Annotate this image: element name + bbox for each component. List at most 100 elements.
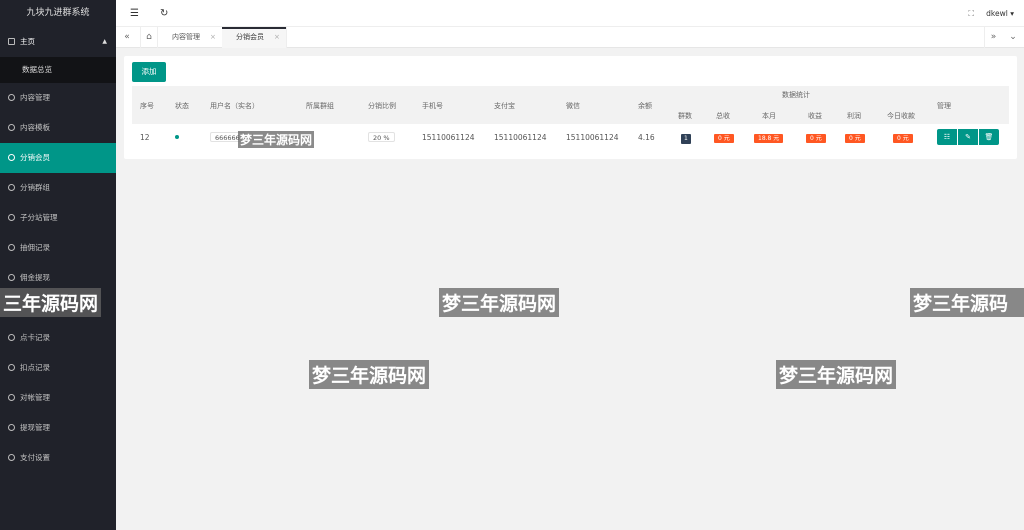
refresh-icon[interactable]: ↻: [160, 0, 168, 27]
th-group-count: 群数: [678, 112, 692, 120]
sidebar-item-label: 分销会员: [20, 153, 50, 162]
cell-balance: 4.16: [638, 133, 655, 142]
tabs-more-icon[interactable]: ⌄: [1004, 27, 1022, 48]
sidebar-item-label: 主页: [20, 37, 35, 46]
cell-income: 0 元: [806, 124, 826, 152]
username: dkewl: [986, 9, 1008, 18]
cell-profit: 0 元: [845, 124, 865, 152]
shield-icon: [8, 214, 15, 221]
tab-label: 内容管理: [172, 33, 200, 41]
sidebar-item-payment[interactable]: 支付设置: [0, 443, 116, 473]
sidebar-subitem-overview[interactable]: 数据总览: [0, 57, 116, 83]
menu-toggle-icon[interactable]: ☰: [130, 0, 139, 27]
sidebar-item-template[interactable]: 内容模板: [0, 113, 116, 143]
tabs-next-icon[interactable]: »: [984, 27, 1002, 48]
sidebar-item-label: 扣点记录: [20, 363, 50, 372]
watermark: 梦三年源码网: [309, 360, 430, 389]
th-month: 本月: [762, 112, 776, 120]
shield-icon: [8, 394, 15, 401]
watermark: 梦三年源码网: [238, 131, 315, 148]
sidebar-item-reconcile[interactable]: 对帐管理: [0, 383, 116, 413]
watermark: 梦三年源码网: [439, 288, 560, 317]
close-icon[interactable]: ×: [274, 33, 280, 41]
chevron-down-icon: ▾: [1010, 9, 1014, 18]
sidebar-item-label: 对帐管理: [20, 393, 50, 402]
sidebar-item-label: 点卡记录: [20, 333, 50, 342]
cell-wechat: 15110061124: [566, 133, 619, 142]
th-status: 状态: [175, 102, 189, 110]
add-button[interactable]: 添加: [132, 62, 166, 82]
tabs-bar: « ⌂ 内容管理 × 分销会员 × » ⌄: [116, 27, 1024, 48]
sidebar-item-members[interactable]: 分销会员: [0, 143, 116, 173]
table-header: 序号 状态 用户名（实名） 所属群组 分销比例 手机号 支付宝 微信 余额 数据…: [132, 86, 1009, 124]
sidebar-item-label: 抽佣记录: [20, 243, 50, 252]
view-button[interactable]: ☷: [937, 129, 957, 145]
home-icon[interactable]: ⌂: [140, 27, 158, 48]
th-index: 序号: [140, 102, 154, 110]
shield-icon: [8, 124, 15, 131]
tab-label: 分销会员: [236, 33, 264, 41]
watermark: 三年源码网: [0, 288, 102, 317]
sidebar-item-label: 分销群组: [20, 183, 50, 192]
top-header: ☰ ↻ ⛶ dkewl ▾: [116, 0, 1024, 27]
th-group: 所属群组: [306, 102, 334, 110]
sidebar-item-home[interactable]: 主页 ▲: [0, 27, 116, 57]
shield-icon: [8, 244, 15, 251]
cell-ratio: 20 %: [368, 124, 395, 152]
shield-icon: [8, 94, 15, 101]
sidebar-item-deduct-log[interactable]: 扣点记录: [0, 353, 116, 383]
shield-icon: [8, 154, 15, 161]
fullscreen-icon[interactable]: ⛶: [968, 0, 974, 27]
tabs-prev-icon[interactable]: «: [118, 27, 136, 48]
home-icon: [8, 38, 15, 45]
sidebar-item-withdraw-manage[interactable]: 提现管理: [0, 413, 116, 443]
sidebar: 九块九进群系统 主页 ▲ 数据总览 内容管理 内容模板 分销会员 分销群组 子分…: [0, 0, 116, 530]
shield-icon: [8, 454, 15, 461]
th-username: 用户名（实名）: [210, 102, 259, 110]
th-balance: 余额: [638, 102, 652, 110]
th-today: 今日收款: [887, 112, 915, 120]
th-profit: 利润: [847, 112, 861, 120]
sidebar-item-groups[interactable]: 分销群组: [0, 173, 116, 203]
close-icon[interactable]: ×: [210, 33, 216, 41]
sidebar-item-label: 内容管理: [20, 93, 50, 102]
cell-month: 18.8 元: [754, 124, 784, 152]
th-income: 收益: [808, 112, 822, 120]
shield-icon: [8, 334, 15, 341]
chevron-up-icon: ▲: [102, 38, 107, 45]
shield-icon: [8, 274, 15, 281]
user-menu[interactable]: dkewl ▾: [986, 0, 1014, 27]
cell-group-count: 1: [681, 124, 691, 152]
shield-icon: [8, 184, 15, 191]
th-total: 总收: [716, 112, 730, 120]
status-dot: [175, 124, 179, 152]
th-ratio: 分销比例: [368, 102, 396, 110]
watermark: 梦三年源码: [910, 288, 1024, 317]
delete-button[interactable]: 🗑: [979, 129, 999, 145]
th-stats-group: 数据统计: [782, 91, 810, 99]
th-alipay: 支付宝: [494, 102, 515, 110]
shield-icon: [8, 424, 15, 431]
sidebar-item-label: 支付设置: [20, 453, 50, 462]
th-phone: 手机号: [422, 102, 443, 110]
sidebar-item-label: 佣金提现: [20, 273, 50, 282]
cell-phone: 15110061124: [422, 133, 475, 142]
sidebar-item-label: 子分站管理: [20, 213, 58, 222]
tab-content-manage[interactable]: 内容管理 ×: [158, 27, 223, 48]
cell-alipay: 15110061124: [494, 133, 547, 142]
cell-today: 0 元: [893, 124, 913, 152]
watermark: 梦三年源码网: [776, 360, 897, 389]
tab-members[interactable]: 分销会员 ×: [222, 27, 287, 48]
sidebar-item-label: 提现管理: [20, 423, 50, 432]
cell-total: 0 元: [714, 124, 734, 152]
sidebar-item-substation[interactable]: 子分站管理: [0, 203, 116, 233]
row-actions: ☷ ✎ 🗑: [937, 129, 1000, 145]
sidebar-item-card-log[interactable]: 点卡记录: [0, 323, 116, 353]
th-manage: 管理: [937, 102, 951, 110]
cell-index: 12: [140, 133, 150, 142]
shield-icon: [8, 364, 15, 371]
sidebar-item-content[interactable]: 内容管理: [0, 83, 116, 113]
sidebar-item-commission-log[interactable]: 抽佣记录: [0, 233, 116, 263]
th-wechat: 微信: [566, 102, 580, 110]
edit-button[interactable]: ✎: [958, 129, 978, 145]
